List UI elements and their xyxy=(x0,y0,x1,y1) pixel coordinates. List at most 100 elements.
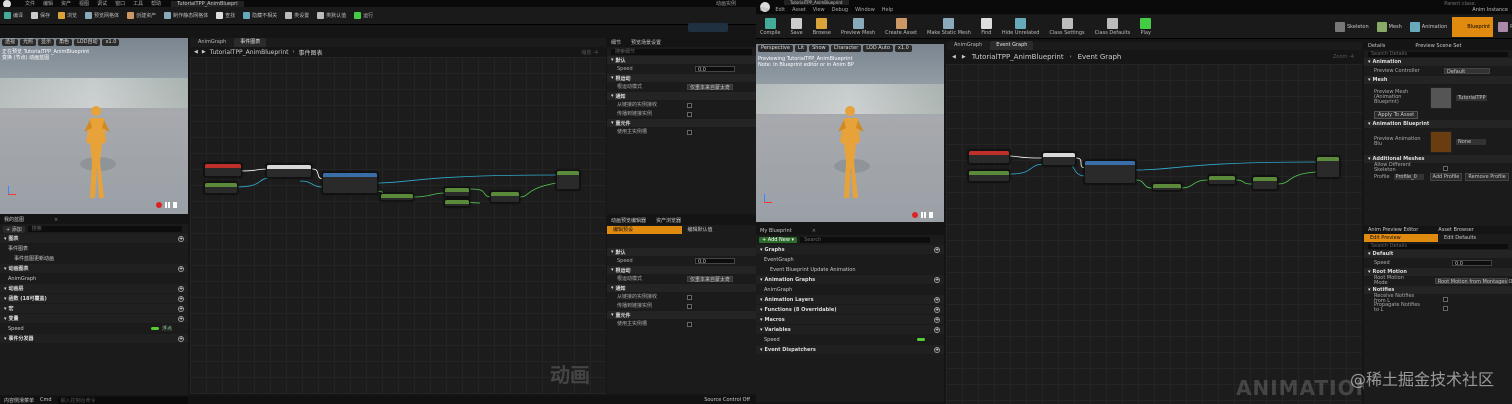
expand-arrow-icon[interactable]: ▾ xyxy=(611,267,614,273)
close-icon[interactable]: × xyxy=(54,217,58,223)
toolbar-button[interactable]: 类默认值 xyxy=(317,12,346,19)
set-variable-node[interactable] xyxy=(322,172,378,194)
toolbar-button[interactable]: Hide Unrelated xyxy=(1002,17,1039,36)
preview-search-input[interactable]: Search Details xyxy=(1368,243,1508,249)
panel-tab[interactable]: 我的蓝图 × xyxy=(0,215,188,224)
dropdown[interactable]: 仅重本来自蒙太奇 xyxy=(687,84,734,91)
breadcrumb-leaf[interactable]: Event Graph xyxy=(1078,53,1122,61)
get-velocity-node[interactable] xyxy=(1152,183,1182,191)
property-section[interactable]: ▾ 根运动 xyxy=(607,266,756,275)
toolbar-button[interactable]: 创建资产 xyxy=(127,12,156,19)
tree-row[interactable]: ▾ 事件分发器 + xyxy=(0,334,188,344)
viewport-chip[interactable]: Perspective xyxy=(758,45,793,52)
record-icon[interactable] xyxy=(912,212,918,218)
expand-arrow-icon[interactable]: ▾ xyxy=(611,249,614,255)
tree-row[interactable]: ▾ 宏 + xyxy=(0,304,188,314)
checkbox[interactable] xyxy=(687,102,692,108)
property-section[interactable]: ▾ Mesh xyxy=(1364,76,1512,85)
toolbar-button[interactable]: Find xyxy=(980,17,992,36)
menu-item[interactable]: Asset xyxy=(792,7,806,13)
set-variable-node[interactable] xyxy=(1084,160,1136,184)
property-section[interactable]: ▾ 默认 xyxy=(607,56,756,65)
tree-row[interactable]: 事件蓝图更新动画 xyxy=(0,254,188,264)
is-valid-node[interactable] xyxy=(1042,152,1076,166)
tree-row[interactable]: ▾ Variables + xyxy=(756,325,944,335)
viewport[interactable]: Perspective Lit Show Character LOD Auto x1.0 … xyxy=(756,44,944,222)
is-valid-node[interactable] xyxy=(266,164,312,178)
add-icon[interactable]: + xyxy=(934,276,940,283)
event-node[interactable] xyxy=(968,150,1010,164)
details-search-input[interactable]: Search Details xyxy=(1368,51,1508,57)
expand-arrow-icon[interactable]: ▾ xyxy=(760,247,763,253)
asset-thumbnail[interactable] xyxy=(1430,130,1452,153)
toolbar-button[interactable]: 运行 xyxy=(354,12,373,19)
tree-row[interactable]: Speed xyxy=(756,335,944,345)
mode-tab[interactable]: Mesh xyxy=(1374,17,1405,37)
panel-tab[interactable]: 预览场景设置 xyxy=(631,39,661,46)
menu-item[interactable]: File xyxy=(760,7,768,13)
menu-item[interactable]: 工具 xyxy=(133,0,143,7)
toolbar-button[interactable]: Class Settings xyxy=(1049,17,1085,36)
property-section[interactable]: ▾ 默认 xyxy=(607,248,756,257)
add-icon[interactable]: + xyxy=(934,306,940,313)
tree-row[interactable]: ▾ Animation Layers + xyxy=(756,295,944,305)
viewport-chip[interactable]: 显示 xyxy=(38,39,55,46)
vector-length-node[interactable] xyxy=(1208,175,1236,185)
next-frame-icon[interactable] xyxy=(929,212,934,218)
viewport-chip[interactable]: LOD Auto xyxy=(863,45,893,52)
expand-arrow-icon[interactable]: ▾ xyxy=(1368,59,1371,65)
toolbar-button[interactable]: Class Defaults xyxy=(1095,17,1130,36)
breadcrumb-leaf[interactable]: 事件图表 xyxy=(298,48,322,57)
window-title-tab[interactable]: TutorialTPP_AnimBlueprint xyxy=(784,0,849,5)
content-drawer-button[interactable]: 内容侧滑菜单 xyxy=(4,397,34,404)
close-icon[interactable]: × xyxy=(812,228,816,234)
number-field[interactable]: 0.0 xyxy=(1452,260,1492,267)
subtab[interactable]: 编辑预设 xyxy=(607,225,682,234)
tab-1[interactable]: Event Graph xyxy=(990,41,1034,50)
add-icon[interactable]: + xyxy=(934,346,940,353)
expand-arrow-icon[interactable]: ▾ xyxy=(4,306,7,312)
add-icon[interactable]: + xyxy=(934,246,940,253)
details-search-input[interactable]: 搜索细节 xyxy=(611,48,752,55)
mode-tab[interactable]: Animation xyxy=(1407,17,1451,37)
menu-item[interactable]: 视图 xyxy=(79,0,89,7)
tab-0[interactable]: AnimGraph xyxy=(192,38,233,47)
viewport-chip[interactable]: Character xyxy=(830,45,862,52)
add-icon[interactable]: + xyxy=(178,305,184,312)
toolbar-button[interactable]: 类设置 xyxy=(285,12,309,19)
tab-1[interactable]: 事件图表 xyxy=(234,38,267,47)
toolbar-button[interactable]: Create Asset xyxy=(885,17,917,36)
property-section[interactable]: ▾ 重元件 xyxy=(607,311,756,320)
panel-tab[interactable]: Asset Browser xyxy=(1438,227,1474,233)
add-icon[interactable]: + xyxy=(178,295,184,302)
expand-arrow-icon[interactable]: ▾ xyxy=(4,266,7,272)
checkbox[interactable] xyxy=(1443,165,1448,171)
menu-item[interactable]: 帮助 xyxy=(151,0,161,7)
back-arrow-icon[interactable]: ◀ xyxy=(194,49,198,55)
expand-arrow-icon[interactable]: ▾ xyxy=(4,286,7,292)
add-icon[interactable]: + xyxy=(178,265,184,272)
toolbar-button[interactable]: 预览网格体 xyxy=(85,12,119,19)
set-speed-node[interactable] xyxy=(1316,156,1340,178)
asset-thumbnail[interactable] xyxy=(1430,86,1452,109)
menu-item[interactable]: View xyxy=(813,7,825,13)
menu-item[interactable]: 文件 xyxy=(25,0,35,7)
add-icon[interactable]: + xyxy=(178,235,184,242)
toolbar-button[interactable]: Browse xyxy=(813,17,831,36)
viewport-chip[interactable]: LOD自动 xyxy=(74,39,101,46)
menu-item[interactable]: 编辑 xyxy=(43,0,53,7)
tree-row[interactable]: ▾ Event Dispatchers + xyxy=(756,345,944,355)
expand-arrow-icon[interactable]: ▾ xyxy=(611,93,614,99)
toolbar-button[interactable]: Compile xyxy=(760,17,780,36)
toolbar-button[interactable]: 编译 xyxy=(4,12,23,19)
viewport-chip[interactable]: 光照 xyxy=(20,39,37,46)
tree-row[interactable]: Event Blueprint Update Animation xyxy=(756,265,944,275)
panel-tab[interactable]: 细节 xyxy=(611,39,621,46)
source-control-status[interactable]: Source Control Off xyxy=(704,397,750,403)
add-icon[interactable]: + xyxy=(934,296,940,303)
mode-tab[interactable]: Blueprint xyxy=(1452,17,1494,37)
graph-canvas[interactable]: 动画 xyxy=(190,57,606,394)
back-arrow-icon[interactable]: ◀ xyxy=(952,54,956,60)
menu-item[interactable]: 窗口 xyxy=(115,0,125,7)
search-input[interactable]: 搜索 xyxy=(27,226,182,232)
